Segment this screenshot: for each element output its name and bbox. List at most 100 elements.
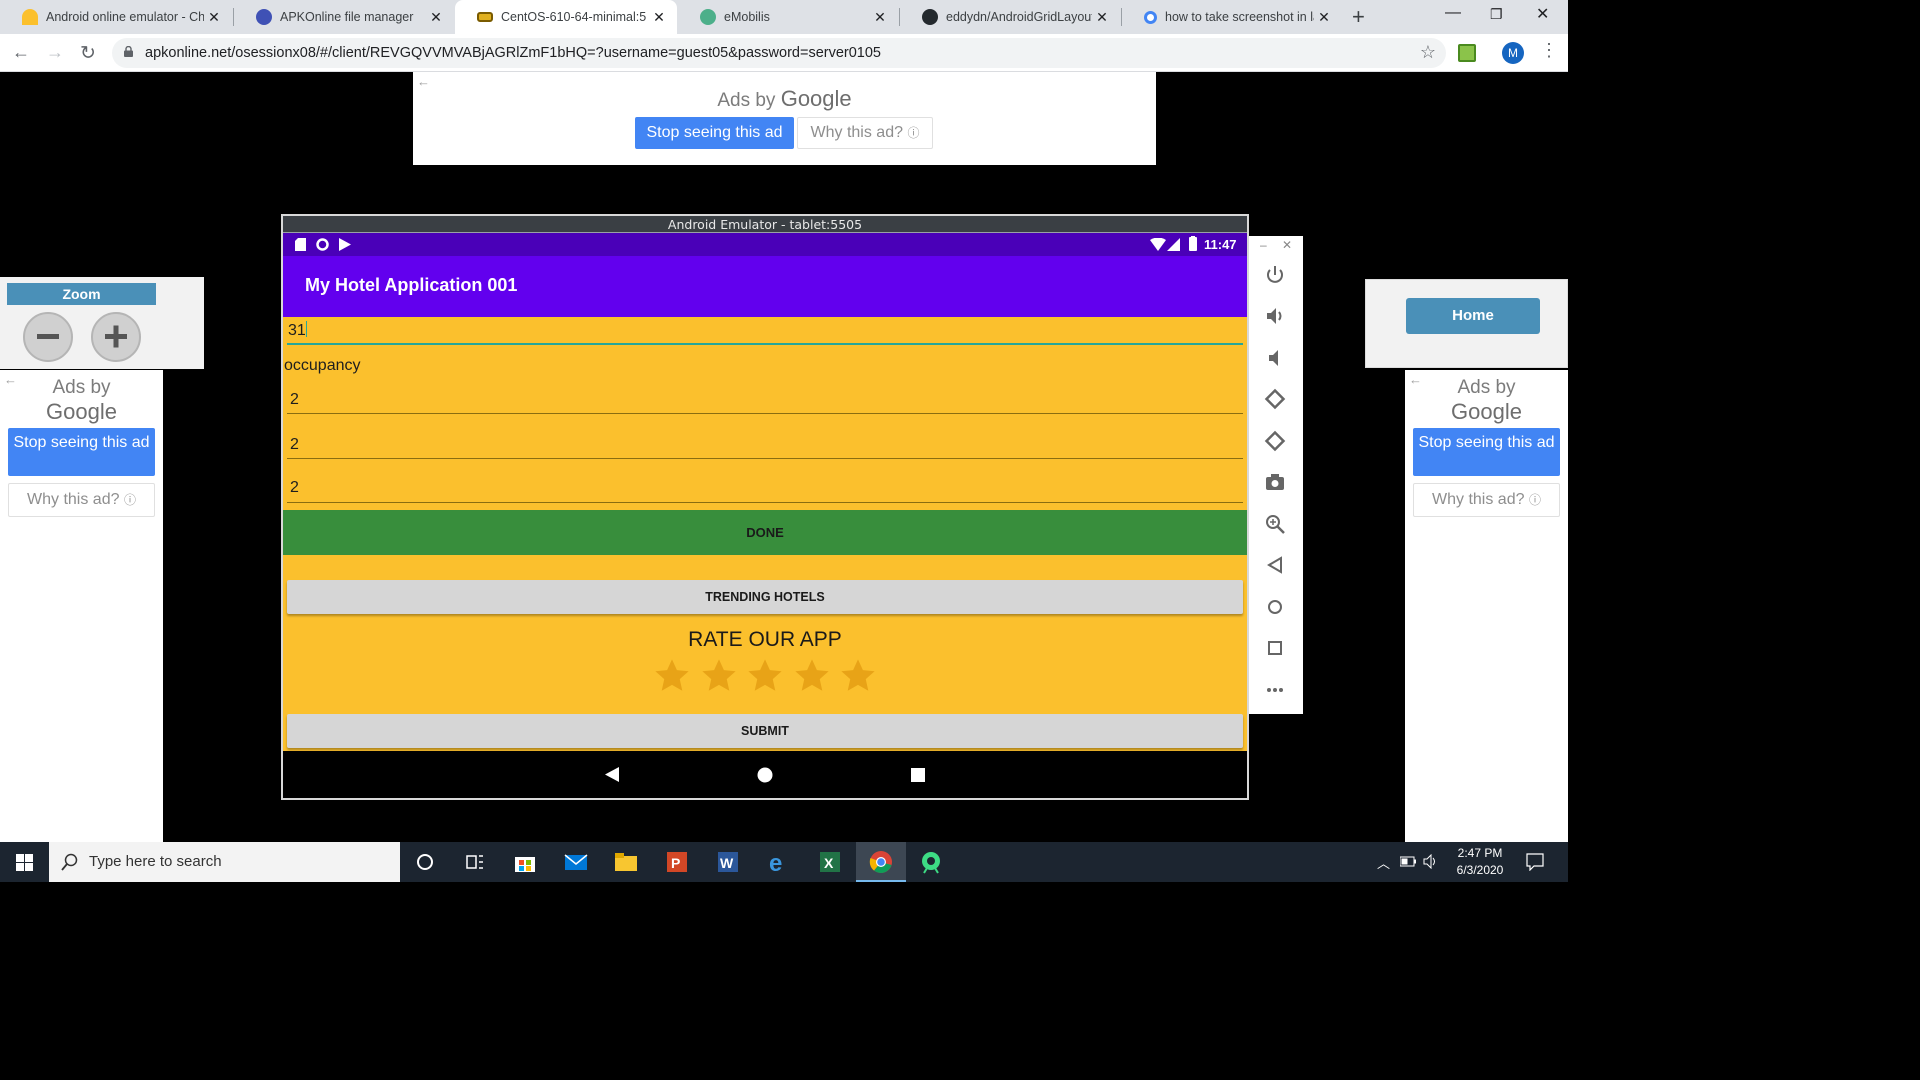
windows-start-icon[interactable] [16,854,33,871]
submit-button[interactable]: SUBMIT [287,714,1243,748]
zoom-in-button[interactable] [91,312,141,362]
rotate-right-icon[interactable] [1264,430,1286,452]
browser-tab-active[interactable]: CentOS-610-64-minimal:5 (g ✕ [455,0,677,34]
taskbar-clock[interactable]: 2:47 PM 6/3/2020 [1440,845,1520,879]
rotate-left-icon[interactable] [1264,388,1286,410]
browser-tab[interactable]: eddydn/AndroidGridLayout: ✕ [900,0,1120,34]
google-favicon-icon [1144,10,1157,24]
url-text[interactable]: apkonline.net/osessionx08/#/client/REVGQ… [145,45,881,61]
cortana-icon[interactable] [413,850,437,874]
store-icon[interactable] [513,850,537,874]
excel-icon[interactable]: X [818,850,842,874]
occupancy-input-3[interactable]: 2 [287,479,1243,503]
file-explorer-icon[interactable] [614,850,638,874]
app-content: 31 occupancy 2 2 2 DONE TRENDING HOTELS … [283,317,1247,751]
profile-avatar[interactable]: M [1502,42,1524,64]
browser-toolbar: ← → ↻ apkonline.net/osessionx08/#/client… [0,34,1568,72]
browser-tab[interactable]: eMobilis ✕ [678,0,898,34]
browser-tab[interactable]: how to take screenshot in lap ✕ [1122,0,1342,34]
rating-star-icon[interactable] [653,657,691,695]
menu-kebab-icon[interactable]: ⋮ [1540,40,1558,61]
ads-by-google-label: Ads by Google [717,86,852,111]
left-ad-banner: ← Ads by Google Stop seeing this ad Why t… [0,370,163,842]
close-tab-icon[interactable]: ✕ [426,9,446,26]
zoom-icon[interactable] [1264,513,1286,535]
battery-icon [1189,236,1197,251]
zoom-out-button[interactable] [23,312,73,362]
rating-star-icon[interactable] [700,657,738,695]
browser-tab[interactable]: APKOnline file manager ✕ [234,0,454,34]
tray-chevron-icon[interactable]: ︿ [1377,853,1390,872]
svg-text:X: X [824,855,834,871]
extension-icon[interactable] [1458,44,1476,62]
back-triangle-icon[interactable] [1264,554,1286,576]
close-tab-icon[interactable]: ✕ [204,9,224,26]
forward-arrow-icon[interactable]: → [46,42,64,63]
number-input[interactable]: 31 [287,321,1243,345]
new-tab-icon[interactable]: + [1352,4,1365,30]
trending-hotels-button[interactable]: TRENDING HOTELS [287,580,1243,614]
stop-seeing-ad-button[interactable]: Stop seeing this ad [1413,428,1560,476]
bookmark-star-icon[interactable]: ☆ [1420,42,1436,63]
powerpoint-icon[interactable]: P [665,850,689,874]
done-button[interactable]: DONE [283,510,1247,555]
back-arrow-icon[interactable]: ← [12,42,30,63]
more-dots-icon[interactable] [1264,679,1286,701]
notifications-icon[interactable] [1526,853,1544,871]
volume-up-icon[interactable] [1264,305,1286,327]
stop-seeing-ad-button[interactable]: Stop seeing this ad [8,428,155,476]
svg-text:W: W [720,855,734,871]
overview-square-icon[interactable] [1264,637,1286,659]
home-circle-icon[interactable] [1264,596,1286,618]
svg-text:P: P [671,855,680,871]
camera-icon[interactable] [1264,471,1286,493]
rating-star-icon[interactable] [839,657,877,695]
android-studio-icon[interactable] [919,850,943,874]
close-tab-icon[interactable]: ✕ [1314,9,1334,26]
clock-time: 2:47 PM [1457,846,1503,860]
play-store-icon [339,238,351,251]
restore-icon[interactable]: ❐ [1490,6,1503,23]
nav-home-icon[interactable] [757,767,773,783]
close-tab-icon[interactable]: ✕ [649,9,669,26]
browser-tab[interactable]: Android online emulator - Chr ✕ [0,0,232,34]
minimize-icon[interactable]: — [1445,4,1461,22]
stop-seeing-ad-button[interactable]: Stop seeing this ad [635,117,794,149]
close-window-icon[interactable]: ✕ [1536,4,1549,24]
minimize-icon[interactable]: – [1260,238,1267,252]
edge-icon[interactable]: e [767,850,791,874]
terminal-favicon-icon [477,12,493,22]
why-this-ad-button[interactable]: Why this ad? ⓘ [1413,483,1560,517]
close-icon[interactable]: ✕ [1282,238,1292,252]
nav-back-icon[interactable] [605,767,619,782]
power-icon[interactable] [1264,264,1286,286]
reload-icon[interactable]: ↻ [80,42,96,65]
mail-icon[interactable] [564,850,588,874]
word-icon[interactable]: W [716,850,740,874]
rating-star-icon[interactable] [746,657,784,695]
taskbar-active-app[interactable] [856,842,906,882]
occupancy-input-2[interactable]: 2 [287,436,1243,459]
rating-bar[interactable] [653,657,877,695]
ads-by-google-label: Ads by Google [1451,377,1522,424]
plus-icon [105,325,127,348]
minus-icon [37,334,59,339]
volume-down-icon[interactable] [1264,347,1286,369]
rating-star-icon[interactable] [793,657,831,695]
why-this-ad-button[interactable]: Why this ad? ⓘ [797,117,933,149]
close-tab-icon[interactable]: ✕ [870,9,890,26]
home-button[interactable]: Home [1406,298,1540,334]
why-this-ad-button[interactable]: Why this ad? ⓘ [8,483,155,517]
task-view-icon[interactable] [463,850,487,874]
occupancy-input-1[interactable]: 2 [287,391,1243,414]
clock-date: 6/3/2020 [1456,863,1504,877]
search-icon [61,853,78,871]
nav-recents-icon[interactable] [911,768,925,782]
volume-tray-icon[interactable] [1423,854,1439,869]
close-tab-icon[interactable]: ✕ [1092,9,1112,26]
address-bar[interactable]: apkonline.net/osessionx08/#/client/REVGQ… [112,38,1446,68]
status-time: 11:47 [1204,237,1237,252]
battery-tray-icon[interactable] [1400,856,1416,867]
taskbar-search-box[interactable]: Type here to search [49,842,400,882]
windows-taskbar: Type here to search P W e X ︿ 2:47 PM 6/… [0,842,1568,882]
